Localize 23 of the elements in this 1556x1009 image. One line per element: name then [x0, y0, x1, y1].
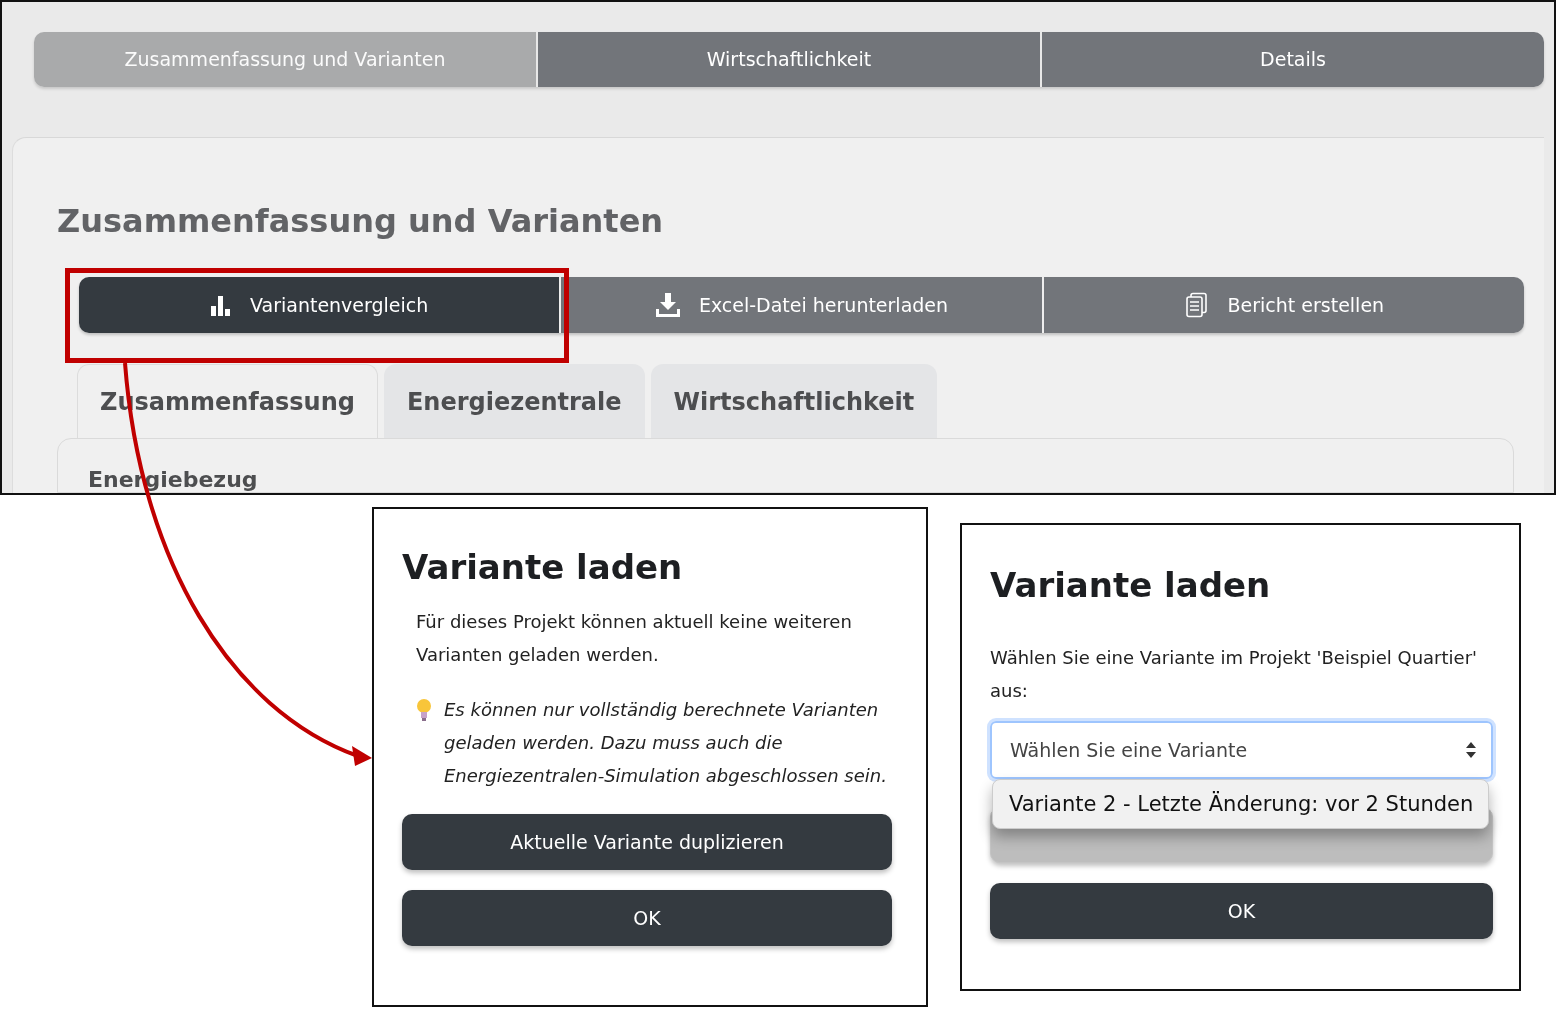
nav-tab[interactable]: Details — [1040, 32, 1544, 87]
sub-tab[interactable]: Wirtschaftlichkeit — [650, 364, 938, 438]
action-button[interactable]: Variantenvergleich — [79, 277, 560, 333]
sub-tab[interactable]: Energiezentrale — [383, 364, 645, 438]
dialog-message: Für dieses Projekt können aktuell keine weiteren Varianten geladen werden. — [416, 610, 853, 667]
page-heading: Zusammenfassung und Varianten — [57, 203, 665, 239]
action-button[interactable]: Excel-Datei herunterladen — [559, 277, 1042, 333]
document-icon — [1183, 292, 1210, 318]
dialog-prompt: Wählen Sie eine Variante im Projekt 'Beispiel Quartier' aus: — [990, 646, 1478, 703]
duplicate-button[interactable]: Aktuelle Variante duplizieren — [402, 814, 892, 870]
action-button[interactable]: Bericht erstellen — [1041, 277, 1524, 333]
variant-select[interactable]: Wählen Sie eine Variante — [990, 721, 1493, 779]
dropdown-option[interactable]: Variante 2 - Letzte Änderung: vor 2 Stunden — [993, 780, 1488, 828]
bar-chart-icon — [210, 294, 232, 316]
dialog-title: Variante laden — [402, 547, 684, 587]
ok-button[interactable]: OK — [402, 890, 892, 946]
ok-button[interactable]: OK — [990, 883, 1493, 939]
lightbulb-icon — [416, 698, 432, 722]
nav-tab[interactable]: Wirtschaftlichkeit — [536, 32, 1040, 87]
dialog-title: Variante laden — [990, 565, 1272, 605]
hint-text: Es können nur vollständig berechnete Varianten geladen werden. Dazu muss auch die Energiezentralen-Simulation abgeschlossen sein. — [444, 698, 888, 788]
sort-caret-icon — [1465, 741, 1477, 759]
download-icon — [654, 292, 681, 318]
